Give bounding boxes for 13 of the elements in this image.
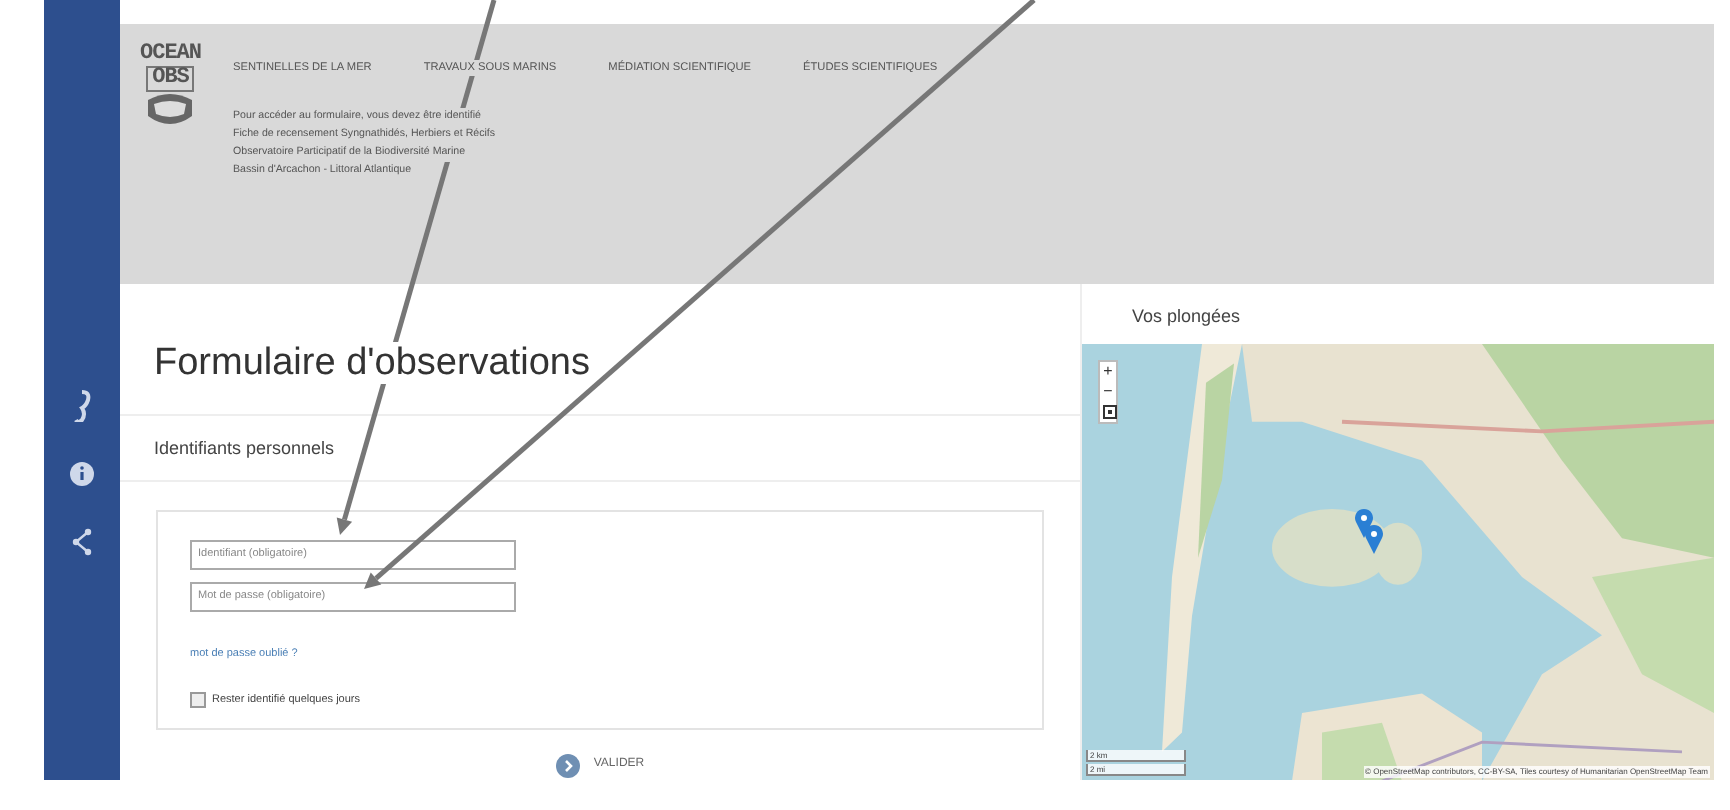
logo-text: OCEAN — [140, 44, 202, 66]
arrow-circle-icon — [555, 753, 580, 778]
map-title: Vos plongées — [1130, 304, 1243, 330]
section-heading: Identifiants personnels — [120, 414, 1080, 481]
info-icon[interactable] — [68, 458, 96, 490]
fullscreen-icon[interactable] — [1102, 403, 1118, 419]
logo-text: OBS — [146, 66, 195, 92]
zoom-in-button[interactable]: + — [1100, 361, 1116, 381]
checkbox[interactable] — [190, 691, 206, 708]
map-pin-icon[interactable] — [1364, 523, 1384, 553]
form-title: Formulaire d'observations — [154, 342, 590, 384]
share-icon[interactable] — [68, 526, 96, 558]
diving-mask-icon — [144, 92, 197, 128]
